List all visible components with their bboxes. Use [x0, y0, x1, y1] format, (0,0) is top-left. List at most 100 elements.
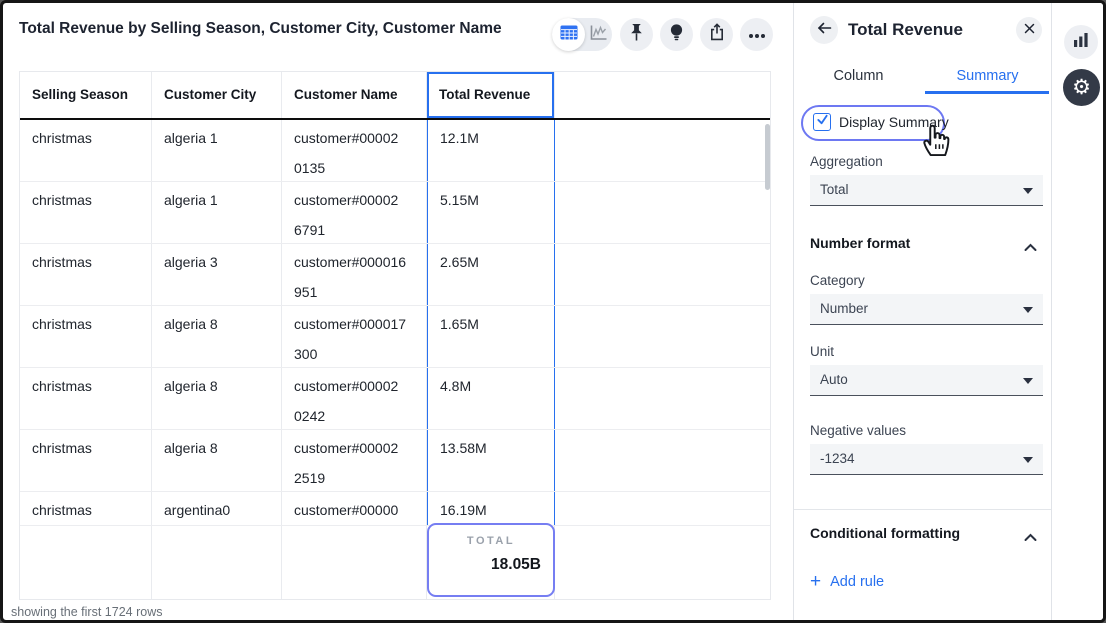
- cell-season: christmas: [20, 430, 152, 491]
- active-tab-underline: [925, 91, 1049, 94]
- chart-view-button[interactable]: [585, 24, 612, 46]
- table-scrollbar[interactable]: [765, 124, 770, 190]
- hand-cursor-icon: [918, 121, 950, 162]
- cell-season: christmas: [20, 182, 152, 243]
- cell-city: algeria 8: [152, 306, 282, 367]
- cell-season: christmas: [20, 120, 152, 181]
- column-header-selling-season[interactable]: Selling Season: [20, 72, 152, 118]
- conditional-formatting-section-title: Conditional formatting: [810, 525, 960, 541]
- table-row: christmas algeria 1 customer#00002 0135 …: [20, 120, 770, 182]
- page-title: Total Revenue by Selling Season, Custome…: [19, 20, 544, 38]
- table-view-button[interactable]: [552, 18, 585, 51]
- section-divider: [794, 509, 1052, 510]
- cell-revenue: 2.65M: [427, 244, 555, 305]
- cell-empty: [555, 306, 770, 367]
- cell-city: algeria 3: [152, 244, 282, 305]
- cell-season: christmas: [20, 368, 152, 429]
- tab-summary[interactable]: Summary: [923, 68, 1052, 84]
- collapse-number-format-button[interactable]: [1024, 239, 1038, 249]
- column-header-customer-name[interactable]: Customer Name: [282, 72, 427, 118]
- category-value: Number: [820, 301, 868, 316]
- settings-button-active[interactable]: ⚙: [1063, 69, 1100, 106]
- unit-dropdown[interactable]: Auto: [810, 365, 1043, 396]
- cell-empty: [555, 182, 770, 243]
- panel-title: Total Revenue: [848, 20, 963, 40]
- cell-city: algeria 8: [152, 368, 282, 429]
- cell-revenue: 12.1M: [427, 120, 555, 181]
- row-count-note: showing the first 1724 rows: [11, 605, 162, 619]
- gear-icon: ⚙: [1072, 77, 1091, 98]
- arrow-left-icon: [817, 21, 832, 39]
- table-row: christmas algeria 1 customer#00002 6791 …: [20, 182, 770, 244]
- category-label: Category: [810, 273, 865, 288]
- caret-down-icon: [1023, 307, 1033, 313]
- ellipsis-icon: [748, 26, 766, 44]
- cell-season: christmas: [20, 244, 152, 305]
- back-button[interactable]: [810, 16, 838, 44]
- data-table: Selling Season Customer City Customer Na…: [19, 71, 771, 600]
- add-rule-button[interactable]: + Add rule: [810, 573, 884, 591]
- negative-values-dropdown[interactable]: -1234: [810, 444, 1043, 475]
- cell-city: algeria 1: [152, 120, 282, 181]
- caret-down-icon: [1023, 188, 1033, 194]
- cell-customer: customer#00002 0135: [282, 120, 427, 181]
- caret-down-icon: [1023, 457, 1033, 463]
- column-header-empty: [555, 72, 770, 118]
- unit-value: Auto: [820, 372, 848, 387]
- more-options-button[interactable]: [740, 18, 773, 51]
- summary-row: TOTAL 18.05B: [20, 526, 770, 599]
- cell-season: christmas: [20, 492, 152, 525]
- cell-customer: customer#000017 300: [282, 306, 427, 367]
- table-row: christmas algeria 8 customer#00002 2519 …: [20, 430, 770, 492]
- total-summary-box: TOTAL 18.05B: [427, 523, 555, 597]
- negative-values-value: -1234: [820, 451, 855, 466]
- close-icon: [1024, 21, 1035, 39]
- cell-empty: [555, 244, 770, 305]
- cell-revenue: 16.19M: [427, 492, 555, 525]
- share-icon: [709, 23, 725, 46]
- insights-button[interactable]: [660, 18, 693, 51]
- cell-customer: customer#00002 0242: [282, 368, 427, 429]
- cell-empty: [555, 368, 770, 429]
- cell-empty: [20, 526, 152, 599]
- close-panel-button[interactable]: [1016, 17, 1042, 43]
- cell-empty: [555, 492, 770, 525]
- cell-revenue: 13.58M: [427, 430, 555, 491]
- app-window: Total Revenue by Selling Season, Custome…: [0, 0, 1106, 623]
- display-summary-checkbox[interactable]: [813, 113, 831, 131]
- table-row: christmas algeria 8 customer#00002 0242 …: [20, 368, 770, 430]
- tab-column[interactable]: Column: [794, 68, 923, 84]
- cell-revenue: 4.8M: [427, 368, 555, 429]
- cell-city: algeria 8: [152, 430, 282, 491]
- aggregation-value: Total: [820, 182, 849, 197]
- aggregation-label: Aggregation: [810, 154, 883, 169]
- aggregation-dropdown[interactable]: Total: [810, 175, 1043, 206]
- table-row: christmas algeria 3 customer#000016 951 …: [20, 244, 770, 306]
- column-header-total-revenue-selected[interactable]: Total Revenue: [427, 72, 555, 118]
- unit-label: Unit: [810, 344, 834, 359]
- cell-revenue: 1.65M: [427, 306, 555, 367]
- table-row: christmas algeria 8 customer#000017 300 …: [20, 306, 770, 368]
- plus-icon: +: [810, 573, 821, 591]
- cell-season: christmas: [20, 306, 152, 367]
- cell-customer: customer#00002 6791: [282, 182, 427, 243]
- share-button[interactable]: [700, 18, 733, 51]
- cell-empty: [555, 430, 770, 491]
- add-rule-label: Add rule: [830, 574, 884, 590]
- number-format-section-title: Number format: [810, 235, 910, 251]
- column-header-customer-city[interactable]: Customer City: [152, 72, 282, 118]
- view-toggle: [552, 18, 612, 51]
- column-settings-panel: Total Revenue Column Summary Display Sum…: [793, 3, 1051, 620]
- collapse-conditional-formatting-button[interactable]: [1024, 529, 1038, 539]
- cell-empty: [555, 120, 770, 181]
- cell-city: argentina0: [152, 492, 282, 525]
- checkmark-icon: [816, 113, 829, 131]
- cell-revenue: 5.15M: [427, 182, 555, 243]
- cell-city: algeria 1: [152, 182, 282, 243]
- chart-config-button[interactable]: [1064, 25, 1098, 59]
- bar-chart-icon: [1073, 32, 1090, 52]
- pin-button[interactable]: [620, 18, 653, 51]
- table-header-row: Selling Season Customer City Customer Na…: [20, 72, 770, 120]
- category-dropdown[interactable]: Number: [810, 294, 1043, 325]
- cell-empty: [282, 526, 427, 599]
